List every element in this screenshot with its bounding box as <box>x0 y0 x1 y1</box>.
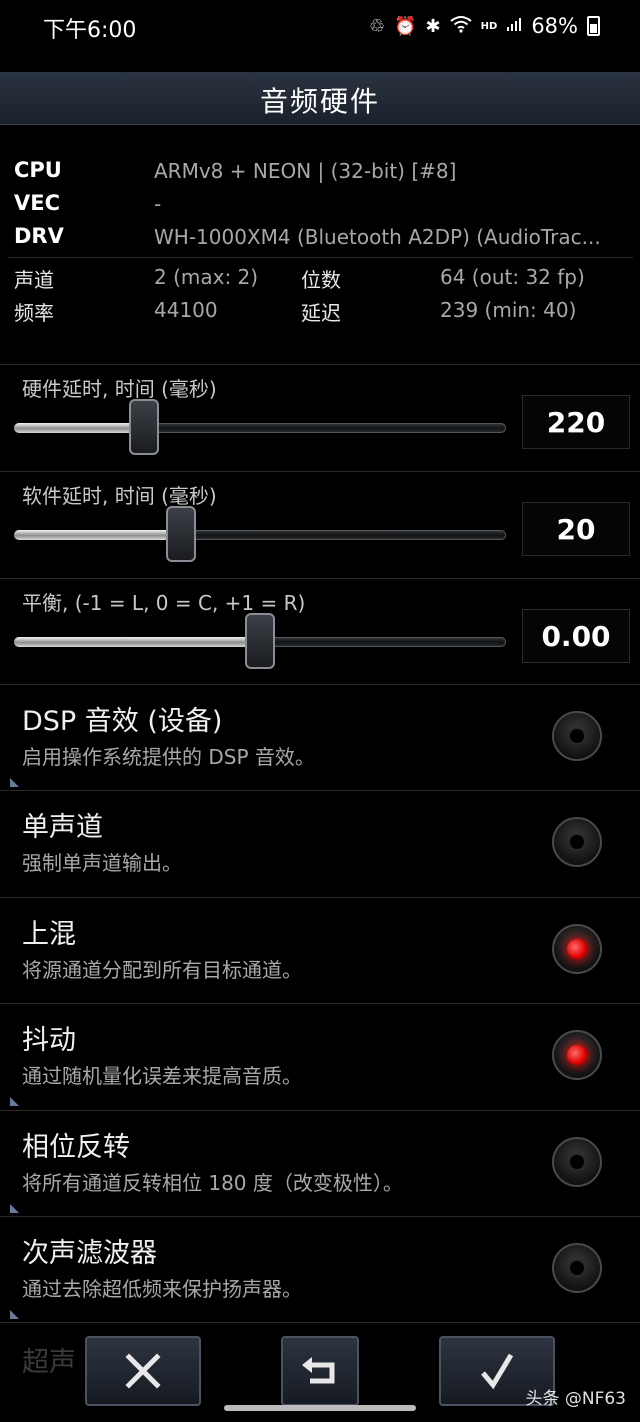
toggle-switch[interactable] <box>552 817 602 867</box>
toggle-switch[interactable] <box>552 1243 602 1293</box>
toggle-description: 通过去除超低频来保护扬声器。 <box>22 1277 302 1301</box>
balance-label: 平衡, (-1 = L, 0 = C, +1 = R) <box>22 591 306 615</box>
slider-thumb[interactable] <box>129 399 159 455</box>
balance-value[interactable]: 0.00 <box>522 609 630 663</box>
partial-list-item: 超声 <box>22 1347 76 1378</box>
status-time: 下午6:00 <box>43 18 137 43</box>
indicator-icon <box>570 1261 584 1275</box>
expand-corner-icon <box>10 1204 19 1213</box>
toggle-dsp-effects[interactable]: DSP 音效 (设备) 启用操作系统提供的 DSP 音效。 <box>0 684 640 791</box>
recycle-icon: ♲ <box>368 15 386 37</box>
divider <box>8 257 633 258</box>
hardware-delay-slider-block: 硬件延时, 时间 (毫秒) 220 <box>0 364 640 471</box>
toggle-dither[interactable]: 抖动 通过随机量化误差来提高音质。 <box>0 1003 640 1110</box>
slider-fill <box>14 423 144 433</box>
slider-fill <box>14 637 260 647</box>
watermark: 头条 @NF63 <box>525 1389 626 1409</box>
status-icons: ♲ ⏰ ✱ HD 68% <box>369 14 600 38</box>
divider <box>0 1322 640 1337</box>
hardware-delay-value[interactable]: 220 <box>522 395 630 449</box>
hd-indicator: HD <box>480 20 498 32</box>
toggle-switch[interactable] <box>552 1030 602 1080</box>
close-icon <box>125 1353 161 1389</box>
check-icon <box>481 1353 514 1390</box>
software-delay-value[interactable]: 20 <box>522 502 630 556</box>
channels-label: 声道 <box>14 268 54 292</box>
toggle-switch[interactable] <box>552 711 602 761</box>
latency-value: 239 (min: 40) <box>440 298 577 322</box>
balance-slider[interactable] <box>14 613 506 669</box>
toggle-title: 单声道 <box>22 812 103 843</box>
toggle-title: 相位反转 <box>22 1132 130 1163</box>
toggle-description: 通过随机量化误差来提高音质。 <box>22 1064 302 1088</box>
indicator-icon <box>570 1155 584 1169</box>
toggle-switch[interactable] <box>552 924 602 974</box>
software-delay-slider[interactable] <box>14 506 506 562</box>
bits-label: 位数 <box>301 268 341 292</box>
bits-value: 64 (out: 32 fp) <box>440 265 585 289</box>
indicator-icon <box>567 1045 587 1065</box>
page-title: 音频硬件 <box>259 85 380 118</box>
slider-thumb[interactable] <box>166 506 196 562</box>
wifi-icon <box>450 15 472 38</box>
vec-label: VEC <box>14 191 61 215</box>
alarm-icon: ⏰ <box>394 15 417 37</box>
hardware-delay-slider[interactable] <box>14 399 506 455</box>
sample-rate-label: 频率 <box>14 301 54 325</box>
balance-slider-block: 平衡, (-1 = L, 0 = C, +1 = R) 0.00 <box>0 578 640 685</box>
cancel-button[interactable] <box>85 1336 201 1406</box>
expand-corner-icon <box>10 1310 19 1319</box>
channels-value: 2 (max: 2) <box>154 265 259 289</box>
bluetooth-icon: ✱ <box>425 15 441 37</box>
signal-icon <box>506 16 522 37</box>
vec-value: - <box>154 192 162 216</box>
undo-icon <box>302 1357 335 1384</box>
toggle-title: 次声滤波器 <box>22 1238 157 1269</box>
cpu-value: ARMv8 + NEON | (32-bit) [#8] <box>154 159 457 183</box>
toggle-subsonic-filter[interactable]: 次声滤波器 通过去除超低频来保护扬声器。 <box>0 1216 640 1323</box>
battery-percent: 68% <box>531 14 578 38</box>
toggle-title: DSP 音效 (设备) <box>22 706 223 737</box>
slider-thumb[interactable] <box>245 613 275 669</box>
indicator-icon <box>570 835 584 849</box>
title-bar: 音频硬件 <box>0 72 640 125</box>
gesture-nav-bar[interactable] <box>224 1405 416 1411</box>
toggle-upmix[interactable]: 上混 将源通道分配到所有目标通道。 <box>0 897 640 1004</box>
software-delay-slider-block: 软件延时, 时间 (毫秒) 20 <box>0 471 640 578</box>
drv-value: WH-1000XM4 (Bluetooth A2DP) (AudioTrac..… <box>154 225 601 249</box>
indicator-icon <box>567 939 587 959</box>
reset-button[interactable] <box>281 1336 359 1406</box>
expand-corner-icon <box>10 1097 19 1106</box>
toggle-switch[interactable] <box>552 1137 602 1187</box>
toggle-title: 抖动 <box>22 1025 76 1056</box>
battery-icon <box>587 16 600 36</box>
toggle-mono[interactable]: 单声道 强制单声道输出。 <box>0 790 640 897</box>
latency-label: 延迟 <box>301 301 341 325</box>
toggle-description: 将源通道分配到所有目标通道。 <box>22 958 302 982</box>
hardware-delay-label: 硬件延时, 时间 (毫秒) <box>22 377 217 401</box>
expand-corner-icon <box>10 778 19 787</box>
indicator-icon <box>570 729 584 743</box>
sample-rate-value: 44100 <box>154 298 218 322</box>
toggle-description: 强制单声道输出。 <box>22 851 182 875</box>
toggle-description: 启用操作系统提供的 DSP 音效。 <box>22 745 315 769</box>
toggle-title: 上混 <box>22 919 76 950</box>
toggle-phase-invert[interactable]: 相位反转 将所有通道反转相位 180 度（改变极性）。 <box>0 1110 640 1217</box>
software-delay-label: 软件延时, 时间 (毫秒) <box>22 484 217 508</box>
slider-fill <box>14 530 181 540</box>
drv-label: DRV <box>14 224 64 248</box>
cpu-label: CPU <box>14 158 62 182</box>
toggle-description: 将所有通道反转相位 180 度（改变极性）。 <box>22 1171 403 1195</box>
status-bar: 下午6:00 ♲ ⏰ ✱ HD 68% <box>0 0 640 56</box>
